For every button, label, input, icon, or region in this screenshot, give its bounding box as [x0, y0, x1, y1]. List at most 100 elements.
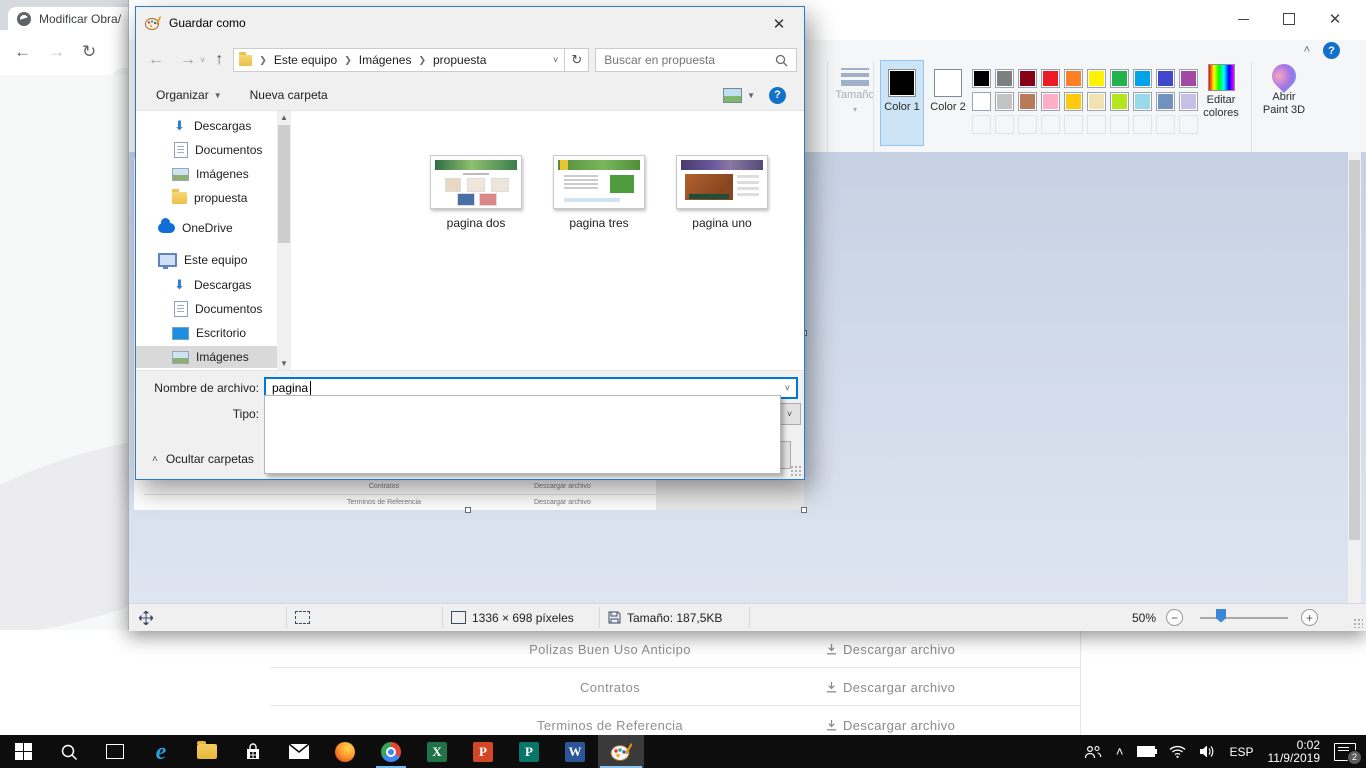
language-indicator[interactable]: ESP: [1229, 745, 1253, 759]
window-resize-grip[interactable]: [1353, 618, 1363, 628]
hidden-icons-chevron-icon[interactable]: ˄︎: [1116, 744, 1124, 759]
sidebar-item-pc-escritorio[interactable]: Escritorio: [136, 322, 277, 344]
browser-forward-icon[interactable]: →: [48, 42, 65, 62]
new-folder-button[interactable]: Nueva carpeta: [250, 88, 328, 102]
sidebar-scrollbar[interactable]: ▲ ▼: [277, 111, 291, 370]
color2-button[interactable]: Color 2: [926, 60, 970, 146]
search-box[interactable]: [595, 48, 797, 72]
palette-color-swatch[interactable]: [1041, 69, 1060, 88]
taskbar-file-explorer[interactable]: [184, 735, 230, 768]
breadcrumb-item[interactable]: Imágenes: [359, 53, 412, 67]
nav-back-icon[interactable]: ←: [148, 51, 164, 69]
palette-color-swatch[interactable]: [1133, 69, 1152, 88]
download-link[interactable]: Descargar archivo: [826, 630, 955, 668]
filename-autocomplete-dropdown[interactable]: [264, 395, 781, 474]
wifi-icon[interactable]: [1169, 745, 1186, 758]
nav-history-chevron-icon[interactable]: ˅︎: [200, 55, 205, 65]
canvas-resize-handle-corner[interactable]: [801, 507, 807, 513]
palette-empty-slot[interactable]: [972, 115, 991, 134]
refresh-button[interactable]: ↻: [565, 48, 589, 72]
taskbar-mail[interactable]: [276, 735, 322, 768]
people-icon[interactable]: [1084, 745, 1102, 759]
palette-empty-slot[interactable]: [1179, 115, 1198, 134]
help-button[interactable]: ?: [1323, 42, 1340, 59]
palette-color-swatch[interactable]: [1179, 69, 1198, 88]
close-button[interactable]: ✕: [1312, 0, 1358, 38]
palette-color-swatch[interactable]: [1087, 69, 1106, 88]
start-button[interactable]: [0, 735, 46, 768]
maximize-button[interactable]: [1266, 0, 1312, 38]
taskbar-chrome[interactable]: [368, 735, 414, 768]
palette-empty-slot[interactable]: [1018, 115, 1037, 134]
dialog-resize-grip[interactable]: [790, 465, 801, 476]
palette-color-swatch[interactable]: [972, 69, 991, 88]
browser-back-icon[interactable]: ←: [14, 42, 31, 62]
scroll-up-icon[interactable]: ▲: [277, 111, 291, 124]
action-center-icon[interactable]: 2: [1334, 743, 1356, 761]
hide-folders-button[interactable]: Ocultar carpetas: [166, 452, 254, 466]
dialog-close-button[interactable]: ✕: [764, 13, 794, 35]
palette-color-swatch[interactable]: [1018, 69, 1037, 88]
sidebar-item-pc-imagenes[interactable]: Imágenes: [136, 346, 277, 368]
sidebar-item-pc-descargas[interactable]: ⬇ Descargas: [136, 274, 277, 296]
collapse-ribbon-icon[interactable]: ˄︎: [1304, 44, 1310, 56]
palette-empty-slot[interactable]: [1110, 115, 1129, 134]
palette-empty-slot[interactable]: [1041, 115, 1060, 134]
task-view-button[interactable]: [92, 735, 138, 768]
nav-forward-icon[interactable]: →: [180, 51, 196, 69]
taskbar-publisher[interactable]: P: [506, 735, 552, 768]
taskbar-store[interactable]: [230, 735, 276, 768]
canvas-resize-handle-bottom[interactable]: [465, 507, 471, 513]
nav-up-icon[interactable]: ↑: [215, 51, 223, 69]
palette-empty-slot[interactable]: [1156, 115, 1175, 134]
clock[interactable]: 0:02 11/9/2019: [1268, 739, 1321, 765]
breadcrumb-dropdown-icon[interactable]: ˅︎: [553, 55, 564, 65]
edit-colors-button[interactable]: Editarcolores: [1197, 64, 1245, 120]
zoom-slider[interactable]: [1200, 604, 1288, 631]
sidebar-item-propuesta[interactable]: propuesta: [136, 187, 277, 209]
palette-color-swatch[interactable]: [1110, 69, 1129, 88]
volume-icon[interactable]: [1200, 745, 1215, 758]
palette-color-swatch[interactable]: [1087, 92, 1106, 111]
palette-color-swatch[interactable]: [1064, 69, 1083, 88]
size-button[interactable]: Tamaño ▾: [833, 64, 877, 114]
palette-empty-slot[interactable]: [1133, 115, 1152, 134]
canvas-vertical-scrollbar[interactable]: [1348, 152, 1361, 603]
palette-empty-slot[interactable]: [995, 115, 1014, 134]
taskbar-search-button[interactable]: [46, 735, 92, 768]
palette-empty-slot[interactable]: [1087, 115, 1106, 134]
filename-dropdown-icon[interactable]: ˅︎: [785, 383, 790, 393]
sidebar-item-pc-documentos[interactable]: Documentos: [136, 298, 277, 320]
breadcrumb[interactable]: ❯ Este equipo ❯ Imágenes ❯ propuesta ˅︎: [233, 48, 565, 72]
palette-color-swatch[interactable]: [1018, 92, 1037, 111]
file-item-pagina-dos[interactable]: pagina dos: [416, 155, 536, 230]
organize-button[interactable]: Organizar▼: [156, 88, 222, 102]
zoom-slider-thumb[interactable]: [1216, 609, 1226, 623]
taskbar-powerpoint[interactable]: P: [460, 735, 506, 768]
browser-tab[interactable]: Modificar Obra/: [8, 7, 138, 30]
filetype-dropdown-icon[interactable]: ˅︎: [778, 404, 800, 424]
palette-color-swatch[interactable]: [972, 92, 991, 111]
palette-color-swatch[interactable]: [1133, 92, 1152, 111]
view-mode-button[interactable]: ▼: [723, 88, 755, 103]
palette-color-swatch[interactable]: [1179, 92, 1198, 111]
color1-button[interactable]: Color 1: [880, 60, 924, 146]
sidebar-item-imagenes[interactable]: Imágenes✇︎: [136, 163, 277, 185]
open-paint3d-button[interactable]: AbrirPaint 3D: [1257, 64, 1311, 117]
palette-color-swatch[interactable]: [995, 92, 1014, 111]
palette-color-swatch[interactable]: [995, 69, 1014, 88]
dialog-help-button[interactable]: ?: [769, 87, 786, 104]
browser-reload-icon[interactable]: ↻: [82, 42, 96, 62]
breadcrumb-item[interactable]: propuesta: [433, 53, 486, 67]
palette-color-swatch[interactable]: [1156, 92, 1175, 111]
sidebar-item-este-equipo[interactable]: Este equipo: [136, 249, 277, 271]
file-item-pagina-tres[interactable]: pagina tres: [539, 155, 659, 230]
file-item-pagina-uno[interactable]: pagina uno: [662, 155, 782, 230]
taskbar-word[interactable]: W: [552, 735, 598, 768]
taskbar-edge[interactable]: e: [138, 735, 184, 768]
taskbar-excel[interactable]: X: [414, 735, 460, 768]
zoom-in-button[interactable]: +: [1301, 604, 1318, 631]
palette-color-swatch[interactable]: [1110, 92, 1129, 111]
download-link[interactable]: Descargar archivo: [826, 668, 955, 706]
taskbar-firefox[interactable]: [322, 735, 368, 768]
